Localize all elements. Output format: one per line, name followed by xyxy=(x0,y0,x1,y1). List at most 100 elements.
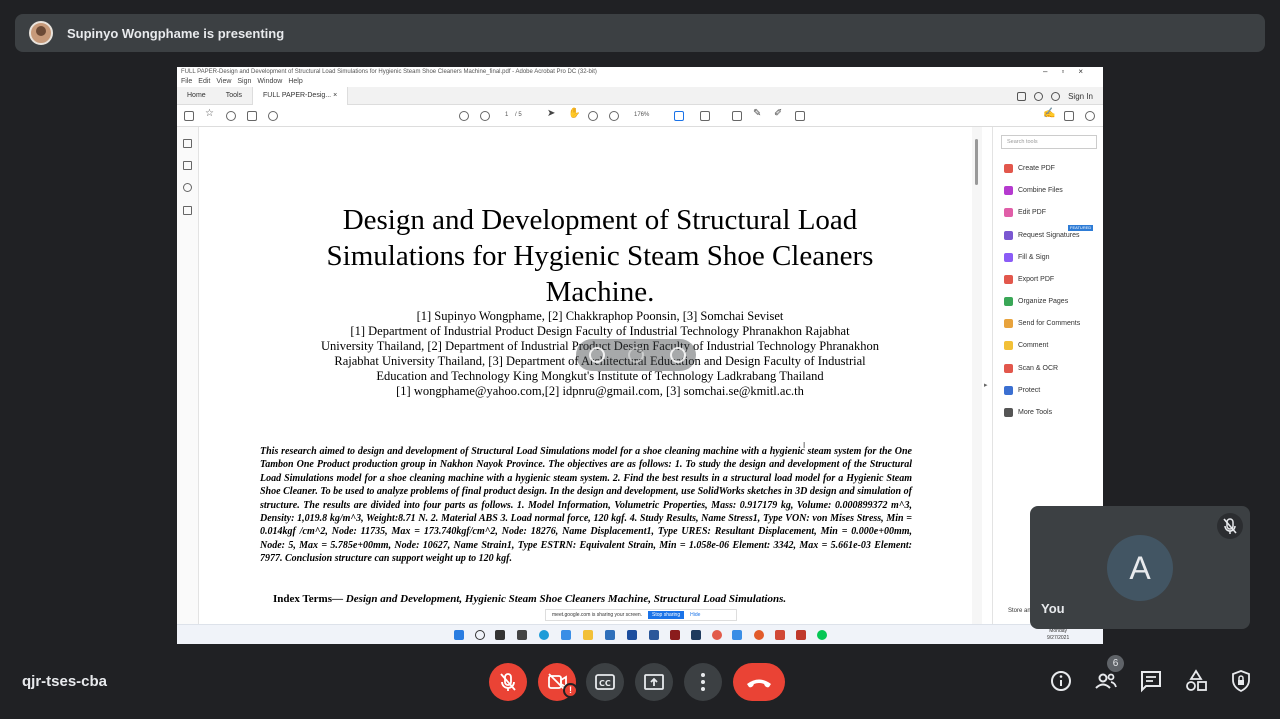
tool-scan-ocr[interactable]: Scan & OCR xyxy=(1004,364,1058,373)
bookmark-icon[interactable] xyxy=(183,161,192,170)
save-icon[interactable] xyxy=(184,111,194,121)
captions-button[interactable]: CC xyxy=(586,663,624,701)
print-icon[interactable] xyxy=(247,111,257,121)
app2-icon[interactable] xyxy=(796,630,806,640)
tabs-right-area: Sign In xyxy=(1017,87,1093,105)
chat-bubble-icon xyxy=(1141,671,1161,693)
task-view-icon[interactable] xyxy=(495,630,505,640)
meeting-details-button[interactable] xyxy=(1048,668,1074,694)
tool-comment[interactable]: Comment xyxy=(1004,341,1048,350)
tool-more-tools[interactable]: More Tools xyxy=(1004,408,1052,417)
share-user-icon[interactable] xyxy=(1085,111,1095,121)
zoom-out-icon[interactable] xyxy=(588,111,598,121)
overlay-volume-icon[interactable] xyxy=(628,347,644,363)
menu-view[interactable]: View xyxy=(216,77,231,87)
tool-combine-files[interactable]: Combine Files xyxy=(1004,186,1063,195)
page-up-icon[interactable] xyxy=(459,111,469,121)
attachment-icon[interactable] xyxy=(183,183,192,192)
powerpoint-icon[interactable] xyxy=(754,630,764,640)
zoom-level[interactable]: 176% xyxy=(634,112,649,118)
tab-close-icon[interactable]: × xyxy=(333,92,337,99)
tab-home[interactable]: Home xyxy=(177,87,216,105)
search-tools-input[interactable]: Search tools xyxy=(1001,135,1097,149)
fit-page-icon[interactable] xyxy=(674,111,684,121)
clock-date: 9/27/2021 xyxy=(1047,635,1070,641)
menu-sign[interactable]: Sign xyxy=(237,77,251,87)
tool-edit-pdf[interactable]: Edit PDF xyxy=(1004,208,1046,217)
overlay-remove-icon[interactable] xyxy=(670,347,686,363)
menu-edit[interactable]: Edit xyxy=(198,77,210,87)
layers-icon[interactable] xyxy=(183,206,192,215)
help-icon[interactable] xyxy=(1034,91,1044,101)
tool-fill-sign[interactable]: Fill & Sign xyxy=(1004,253,1050,262)
select-cursor-icon[interactable]: ➤ xyxy=(547,108,557,119)
widgets-icon[interactable] xyxy=(517,630,527,640)
menu-file[interactable]: File xyxy=(181,77,192,87)
sign-icon[interactable]: ✍ xyxy=(1043,108,1055,119)
stamp-icon[interactable] xyxy=(795,111,805,121)
tool-organize-pages[interactable]: Organize Pages xyxy=(1004,297,1068,306)
zoom-in-icon[interactable] xyxy=(609,111,619,121)
more-vert-icon xyxy=(701,673,705,691)
pen-icon[interactable]: ✎ xyxy=(753,108,763,119)
self-avatar: A xyxy=(1107,535,1173,601)
paper-title: Design and Development of Structural Loa… xyxy=(260,202,940,310)
protect-icon xyxy=(1004,386,1013,395)
chrome-meet-icon[interactable] xyxy=(732,630,742,640)
search-icon[interactable] xyxy=(268,111,278,121)
edge-icon[interactable] xyxy=(539,630,549,640)
paint-icon[interactable] xyxy=(712,630,722,640)
upload-icon[interactable] xyxy=(226,111,236,121)
present-now-button[interactable] xyxy=(635,663,673,701)
menu-window[interactable]: Window xyxy=(257,77,282,87)
overlay-mic-icon[interactable] xyxy=(589,347,605,363)
tool-create-pdf[interactable]: Create PDF xyxy=(1004,164,1055,173)
pdf-app-icon[interactable] xyxy=(775,630,785,640)
tool-send-for-comments[interactable]: Send for Comments xyxy=(1004,319,1080,328)
mail-icon[interactable] xyxy=(1064,111,1074,121)
activities-button[interactable] xyxy=(1183,668,1209,694)
line-icon[interactable] xyxy=(817,630,827,640)
host-controls-button[interactable] xyxy=(1228,668,1254,694)
draw-icon[interactable]: ✐ xyxy=(774,108,784,119)
comment-icon[interactable] xyxy=(732,111,742,121)
star-icon[interactable]: ☆ xyxy=(205,108,215,119)
tab-tools[interactable]: Tools xyxy=(216,87,252,105)
page-down-icon[interactable] xyxy=(480,111,490,121)
shared-screen: FULL PAPER-Design and Development of Str… xyxy=(177,67,1103,644)
index-terms-label: Index Terms— xyxy=(273,593,343,605)
chat-icon[interactable] xyxy=(1017,91,1027,101)
store-icon[interactable] xyxy=(561,630,571,640)
bell-icon[interactable] xyxy=(1051,91,1061,101)
taskbar-search-icon[interactable] xyxy=(475,630,485,640)
pages-icon[interactable] xyxy=(183,139,192,148)
sign-in-link[interactable]: Sign In xyxy=(1068,92,1093,101)
tool-protect[interactable]: Protect xyxy=(1004,386,1040,395)
chat-button[interactable] xyxy=(1138,668,1164,694)
presenter-banner: Supinyo Wongphame is presenting xyxy=(15,14,1265,52)
hand-tool-icon[interactable]: ✋ xyxy=(568,108,580,119)
document-scrollbar[interactable] xyxy=(972,127,982,627)
app-icon[interactable] xyxy=(649,630,659,640)
menu-help[interactable]: Help xyxy=(288,77,302,87)
collapse-pane-icon[interactable]: ▸ xyxy=(984,381,988,389)
tab-document[interactable]: FULL PAPER-Desig... × xyxy=(252,86,349,105)
hide-button[interactable]: Hide xyxy=(690,612,700,618)
scrollbar-thumb[interactable] xyxy=(975,139,978,185)
acrobat-icon[interactable] xyxy=(670,630,680,640)
self-mic-off-icon xyxy=(1217,513,1243,539)
author-line: [1] Department of Industrial Product Des… xyxy=(350,324,850,338)
start-icon[interactable] xyxy=(454,630,464,640)
mic-toggle-button[interactable] xyxy=(489,663,527,701)
scroll-mode-icon[interactable] xyxy=(700,111,710,121)
explorer-icon[interactable] xyxy=(583,630,593,640)
stop-sharing-button[interactable]: Stop sharing xyxy=(648,611,685,619)
word-icon[interactable] xyxy=(605,630,615,640)
more-options-button[interactable] xyxy=(684,663,722,701)
photoshop-icon[interactable] xyxy=(691,630,701,640)
tool-export-pdf[interactable]: Export PDF xyxy=(1004,275,1054,284)
outlook-icon[interactable] xyxy=(627,630,637,640)
leave-call-button[interactable] xyxy=(733,663,785,701)
page-number[interactable]: 1 xyxy=(505,112,508,118)
tool-request-signatures[interactable]: Request Signatures xyxy=(1004,231,1079,240)
